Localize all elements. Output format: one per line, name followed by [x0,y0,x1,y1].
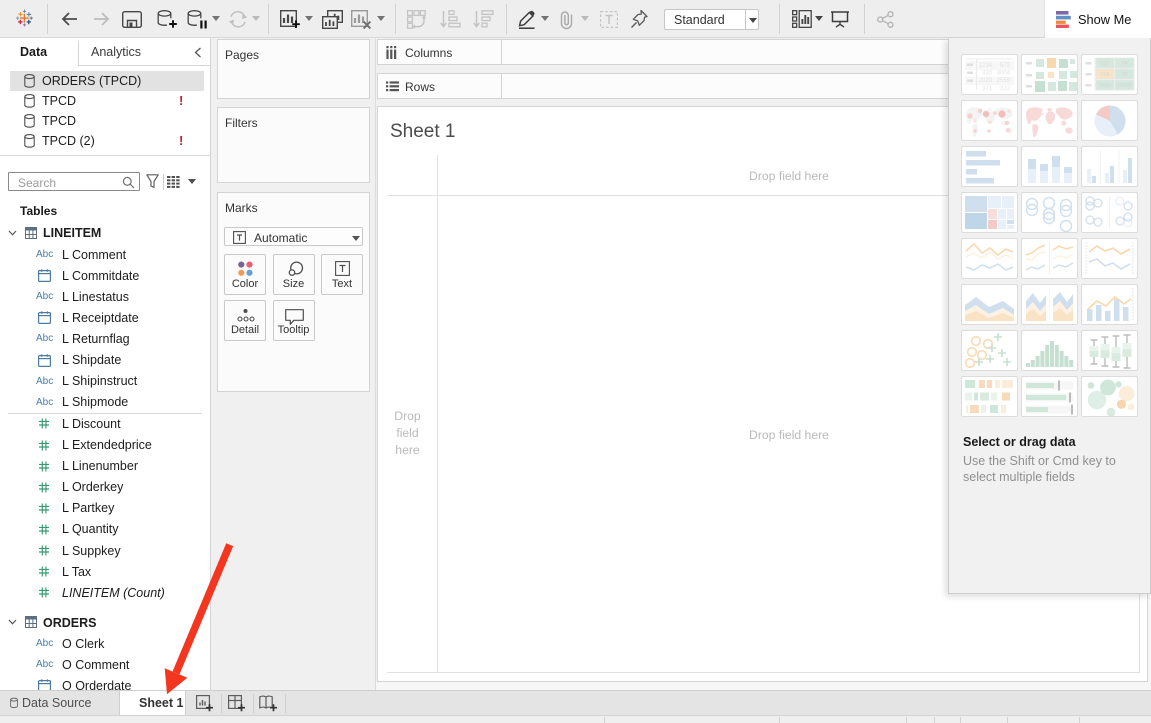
svg-text:371: 371 [982,86,993,92]
svg-text:54: 54 [1121,61,1127,67]
svg-text:2020: 2020 [979,78,993,84]
svg-text:330: 330 [982,71,993,77]
svg-text:2559: 2559 [997,78,1011,84]
svg-text:1234: 1234 [979,63,993,69]
svg-text:2400: 2400 [1099,83,1111,89]
svg-text:768: 768 [1100,72,1109,78]
svg-text:3004: 3004 [997,71,1011,77]
svg-text:123: 123 [1100,61,1109,67]
svg-text:98: 98 [1121,72,1127,78]
svg-text:573: 573 [1000,63,1011,69]
svg-text:322: 322 [1000,86,1011,92]
svg-text:10936: 10936 [1117,83,1132,89]
